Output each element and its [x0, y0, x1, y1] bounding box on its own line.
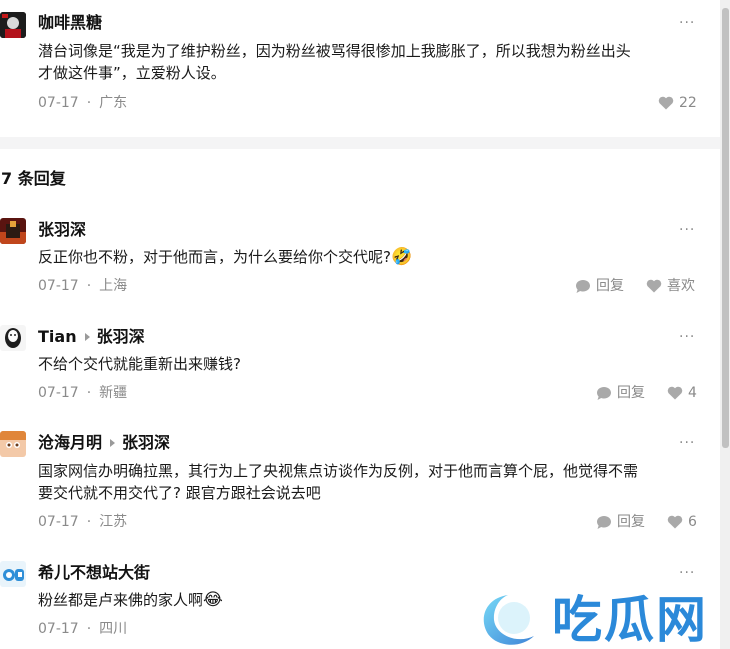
username: 沧海月明 张羽深 — [38, 433, 170, 453]
reply-text: 不给个交代就能重新出来赚钱? — [38, 355, 241, 373]
comment-date: 07-17 — [38, 95, 79, 111]
more-options-icon[interactable]: ··· — [679, 16, 695, 30]
username[interactable]: 张羽深 — [38, 220, 86, 240]
reply-button[interactable]: 回复 — [596, 384, 645, 402]
like-button[interactable]: 4 — [667, 384, 697, 402]
reply-date: 07-17 — [38, 514, 79, 530]
heart-icon — [658, 96, 674, 110]
reply-author[interactable]: Tian — [38, 327, 77, 346]
reply-text: 反正你也不粉，对于他而言，为什么要给你个交代呢?🤣 — [38, 247, 413, 267]
like-count: 6 — [688, 514, 697, 530]
laughing-emoji-icon: 😂 — [203, 590, 223, 610]
reply-text: 国家网信办明确拉黑，其行为上了央视焦点访谈作为反例，对于他而言算个屁，他觉得不需… — [38, 460, 718, 504]
reply-text-line: 要交代就不用交代了? 跟官方跟社会说去吧 — [38, 484, 321, 502]
reply-author[interactable]: 沧海月明 — [38, 433, 102, 452]
comment-text: 潜台词像是“我是为了维护粉丝，因为粉丝被骂得很惨加上我膨胀了，所以我想为粉丝出头… — [38, 40, 718, 84]
reply-to-arrow-icon — [110, 438, 116, 447]
username: Tian 张羽深 — [38, 327, 145, 347]
reply-to-user[interactable]: 张羽深 — [97, 327, 145, 346]
username[interactable]: 希儿不想站大街 — [38, 563, 150, 583]
replies-count-heading: 7 条回复 — [1, 169, 66, 188]
rofl-emoji-icon: 🤣 — [390, 247, 413, 267]
more-options-icon[interactable]: ··· — [679, 436, 695, 450]
more-options-icon[interactable]: ··· — [679, 566, 695, 580]
reply-meta: 07-17 · 新疆 — [38, 385, 128, 401]
comment-text-line: 才做这件事”，立爱粉人设。 — [38, 64, 226, 82]
reply-to-user[interactable]: 张羽深 — [122, 433, 170, 452]
more-options-icon[interactable]: ··· — [679, 330, 695, 344]
like-count: 22 — [679, 95, 697, 111]
avatar[interactable] — [0, 325, 26, 351]
reply-meta: 07-17 · 四川 — [38, 621, 128, 637]
comment-meta: 07-17 · 广东 — [38, 95, 128, 111]
avatar[interactable] — [0, 561, 26, 587]
reply-location: 江苏 — [99, 514, 128, 530]
reply-location: 上海 — [99, 278, 128, 294]
reply-text-line: 国家网信办明确拉黑，其行为上了央视焦点访谈作为反例，对于他而言算个屁，他觉得不需 — [38, 462, 639, 480]
like-count: 4 — [688, 385, 697, 401]
reply-button[interactable]: 回复 — [596, 513, 645, 531]
heart-icon — [646, 279, 662, 293]
section-divider — [0, 137, 720, 149]
like-button[interactable]: 喜欢 — [646, 277, 695, 295]
comment-text-line: 潜台词像是“我是为了维护粉丝，因为粉丝被骂得很惨加上我膨胀了，所以我想为粉丝出头 — [38, 42, 631, 60]
avatar[interactable] — [0, 431, 26, 457]
avatar[interactable] — [0, 12, 26, 38]
reply-label: 回复 — [617, 514, 645, 530]
more-options-icon[interactable]: ··· — [679, 223, 695, 237]
comment-thread-page: 咖啡黑糖 ··· 潜台词像是“我是为了维护粉丝，因为粉丝被骂得很惨加上我膨胀了，… — [0, 0, 730, 649]
like-label: 喜欢 — [667, 278, 695, 294]
heart-icon — [667, 515, 683, 529]
watermark-text: 吃瓜网 — [552, 591, 708, 649]
like-button[interactable]: 22 — [658, 94, 697, 112]
reply-meta: 07-17 · 江苏 — [38, 514, 128, 530]
like-button[interactable]: 6 — [667, 513, 697, 531]
reply-location: 四川 — [99, 621, 128, 637]
reply-meta: 07-17 · 上海 — [38, 278, 128, 294]
chat-bubble-icon — [597, 515, 611, 529]
heart-icon — [667, 386, 683, 400]
reply-button[interactable]: 回复 — [575, 277, 624, 295]
reply-location: 新疆 — [99, 385, 128, 401]
comment-location: 广东 — [99, 95, 128, 111]
reply-date: 07-17 — [38, 278, 79, 294]
reply-label: 回复 — [617, 385, 645, 401]
chat-bubble-icon — [576, 279, 590, 293]
chat-bubble-icon — [597, 386, 611, 400]
scrollbar-thumb[interactable] — [722, 8, 729, 448]
reply-date: 07-17 — [38, 621, 79, 637]
reply-to-arrow-icon — [84, 332, 90, 341]
username[interactable]: 咖啡黑糖 — [38, 13, 102, 33]
reply-label: 回复 — [596, 278, 624, 294]
reply-date: 07-17 — [38, 385, 79, 401]
avatar[interactable] — [0, 218, 26, 244]
